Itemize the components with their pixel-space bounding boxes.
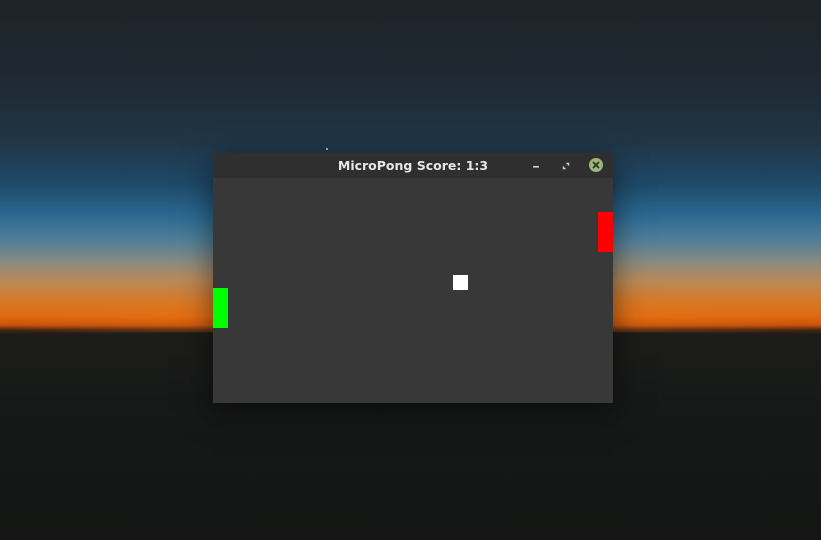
left-paddle <box>213 288 228 328</box>
star <box>326 148 328 150</box>
window-title: MicroPong Score: 1:3 <box>337 158 489 173</box>
right-paddle <box>598 212 613 252</box>
ball <box>453 275 468 290</box>
game-court[interactable] <box>213 178 613 403</box>
minimize-button[interactable] <box>528 158 544 174</box>
title-bar[interactable]: MicroPong Score: 1:3 <box>213 153 613 178</box>
restore-icon <box>562 162 570 170</box>
close-button[interactable] <box>588 158 604 174</box>
minimize-icon <box>533 166 539 168</box>
maximize-button[interactable] <box>558 158 574 174</box>
close-icon <box>592 161 600 169</box>
micropong-window: MicroPong Score: 1:3 <box>213 153 613 403</box>
